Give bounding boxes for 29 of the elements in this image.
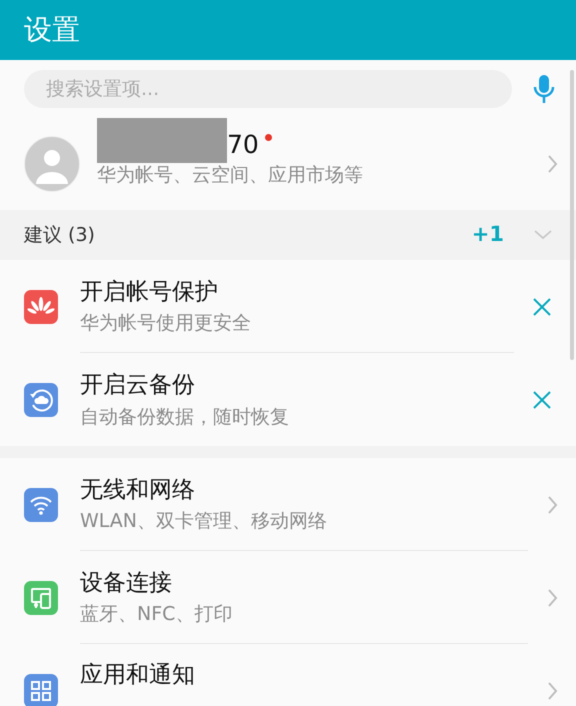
cloud-backup-icon [24, 382, 58, 416]
suggestion-title: 开启帐号保护 [80, 278, 219, 306]
setting-title: 应用和通知 [80, 661, 196, 690]
setting-title: 无线和网络 [80, 476, 196, 504]
suggestion-title: 开启云备份 [80, 371, 196, 400]
setting-title: 设备连接 [80, 568, 173, 598]
suggestion-subtitle: 华为帐号使用更安全 [80, 311, 252, 336]
setting-subtitle: WLAN、双卡管理、移动网络 [80, 509, 328, 534]
wifi-icon [24, 488, 58, 522]
chevron-right-icon [546, 588, 558, 608]
chevron-down-icon [534, 230, 552, 240]
microphone-icon [532, 74, 556, 104]
setting-subtitle: 蓝牙、NFC、打印 [80, 602, 234, 627]
avatar-icon [24, 136, 80, 192]
account-subtitle: 华为帐号、云空间、应用市场等 [97, 163, 364, 188]
dismiss-button[interactable] [532, 296, 552, 316]
suggestion-subtitle: 自动备份数据，随时恢复 [80, 404, 290, 430]
chevron-right-icon [546, 494, 558, 514]
more-count: +1 [472, 221, 504, 248]
chevron-right-icon [546, 154, 558, 174]
search-field[interactable]: 搜索设置项... [24, 70, 512, 108]
apps-grid-icon [24, 674, 58, 706]
window-title: 设置 [24, 12, 80, 48]
devices-icon [24, 580, 58, 614]
petals-icon [24, 290, 58, 324]
section-title: 建议 (3) [24, 222, 96, 248]
account-name: 70 [227, 128, 259, 161]
dismiss-button[interactable] [532, 390, 552, 410]
chevron-right-icon [546, 680, 558, 700]
